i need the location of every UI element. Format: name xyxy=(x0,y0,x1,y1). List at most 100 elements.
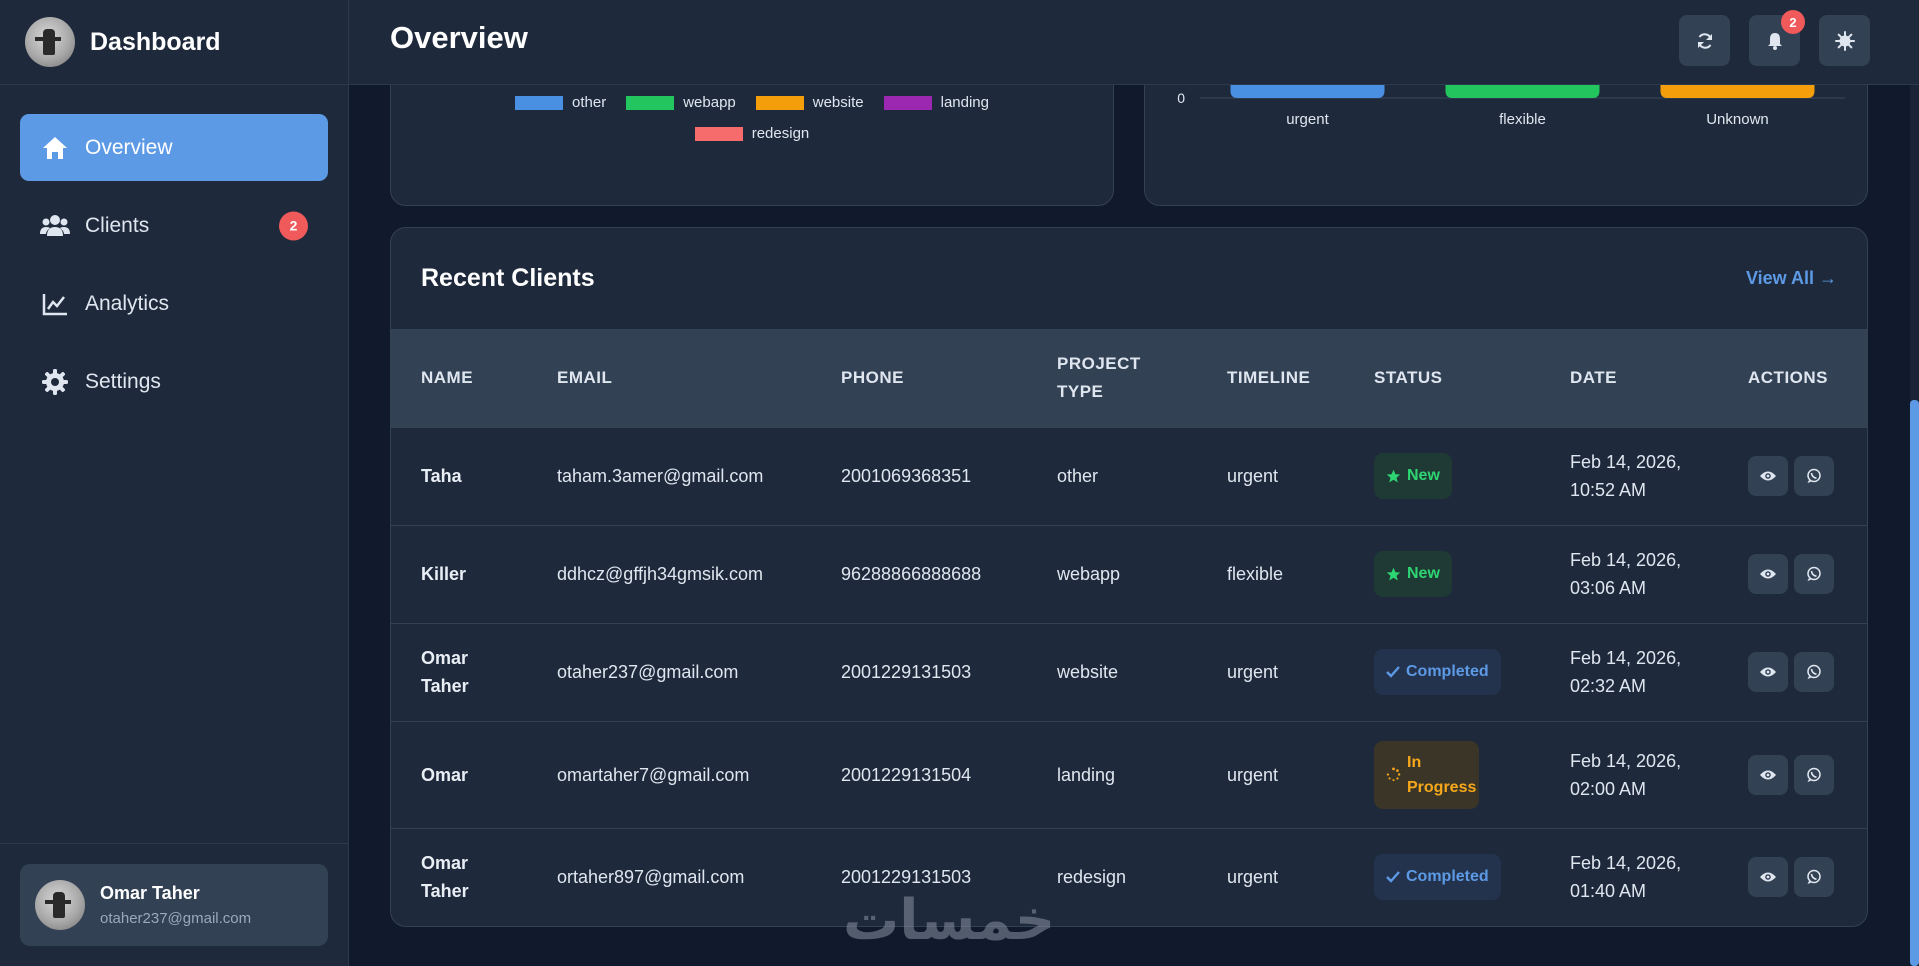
view-button[interactable] xyxy=(1748,652,1788,692)
spinner-icon xyxy=(1386,767,1401,782)
refresh-icon xyxy=(1697,32,1712,49)
whatsapp-button[interactable] xyxy=(1794,857,1834,898)
bar-unknown[interactable] xyxy=(1660,85,1815,98)
legend-swatch xyxy=(515,95,563,110)
star-icon xyxy=(1386,567,1401,580)
project-type: webapp xyxy=(1027,524,1197,623)
view-button[interactable] xyxy=(1748,857,1788,898)
scrollbar[interactable] xyxy=(1910,85,1919,966)
actions-cell xyxy=(1718,524,1867,623)
legend-label: other xyxy=(572,94,607,111)
status-label: Completed xyxy=(1406,868,1489,886)
gear-icon xyxy=(40,367,70,397)
scrollbar-thumb[interactable] xyxy=(1910,400,1919,966)
brand-logo xyxy=(25,17,75,67)
date-cell: Feb 14, 2026, 01:40 AM xyxy=(1540,827,1718,926)
sidebar-item-overview[interactable]: Overview xyxy=(20,114,328,181)
status-cell: Completed xyxy=(1344,622,1540,721)
legend-label: website xyxy=(812,94,864,111)
user-profile-card[interactable]: Omar Taher otaher237@gmail.com xyxy=(20,864,328,946)
sidebar-item-label: Clients xyxy=(85,213,150,237)
page-title: Overview xyxy=(390,20,528,55)
whatsapp-button[interactable] xyxy=(1794,754,1834,795)
table-row[interactable]: Killer ddhcz@gffjh34gmsik.com 962888668886… xyxy=(391,524,1867,623)
table-row[interactable]: Omar Taher otaher237@gmail.com 20012291315… xyxy=(391,622,1867,721)
client-phone: 2001229131504 xyxy=(811,720,1027,828)
sidebar-item-settings[interactable]: Settings xyxy=(20,348,328,415)
client-name-text: Omar Taher xyxy=(421,853,469,902)
client-email: ddhcz@gffjh34gmsik.com xyxy=(527,524,811,623)
legend-item[interactable]: webapp xyxy=(626,94,736,111)
sidebar-item-label: Analytics xyxy=(85,291,170,315)
sidebar-nav: Overview Clients 2 Analytics Settings xyxy=(0,85,348,415)
project-type: website xyxy=(1027,622,1197,721)
legend-item[interactable]: other xyxy=(515,94,606,111)
eye-icon xyxy=(1760,471,1776,481)
client-name: Omar Taher xyxy=(391,827,527,926)
whatsapp-button[interactable] xyxy=(1794,554,1834,594)
legend-item[interactable]: landing xyxy=(883,94,989,111)
status-cell: New xyxy=(1344,524,1540,623)
bar-flexible[interactable] xyxy=(1445,85,1600,98)
date-cell: Feb 14, 2026, 02:32 AM xyxy=(1540,622,1718,721)
legend-swatch xyxy=(694,126,743,141)
status-label: Completed xyxy=(1406,663,1489,680)
sidebar-item-label: Settings xyxy=(85,369,161,393)
client-name: Killer xyxy=(391,524,527,623)
bar-urgent[interactable] xyxy=(1230,85,1385,98)
whatsapp-button[interactable] xyxy=(1794,456,1834,496)
whatsapp-icon xyxy=(1807,468,1821,483)
whatsapp-button[interactable] xyxy=(1794,652,1834,692)
watermark: خمسات xyxy=(843,888,1056,953)
star-icon xyxy=(1386,469,1401,482)
date-cell: Feb 14, 2026, 10:52 AM xyxy=(1540,426,1718,525)
legend-item[interactable]: redesign xyxy=(694,125,810,142)
view-button[interactable] xyxy=(1748,754,1788,795)
view-button[interactable] xyxy=(1748,456,1788,496)
column-header: TIMELINE xyxy=(1227,367,1311,387)
view-button[interactable] xyxy=(1748,554,1788,594)
table-row[interactable]: Omar Taher ortaher897@gmail.com 2001229131… xyxy=(391,827,1867,926)
theme-toggle-button[interactable] xyxy=(1819,15,1870,66)
timeline: urgent xyxy=(1197,622,1344,721)
sidebar-item-analytics[interactable]: Analytics xyxy=(20,270,328,337)
status-label: In Progress xyxy=(1407,753,1477,796)
date-cell: Feb 14, 2026, 03:06 AM xyxy=(1540,524,1718,623)
project-type: landing xyxy=(1027,720,1197,828)
project-type: other xyxy=(1027,426,1197,525)
actions-cell xyxy=(1718,720,1867,828)
clients-count-badge: 2 xyxy=(279,211,308,240)
table-row[interactable]: Omar omartaher7@gmail.com 2001229131504 lan… xyxy=(391,720,1867,828)
client-name-text: Omar Taher xyxy=(421,648,469,696)
client-name-text: Killer xyxy=(421,564,467,584)
check-icon xyxy=(1386,666,1400,678)
legend-label: landing xyxy=(940,94,989,111)
timeline: urgent xyxy=(1197,720,1344,828)
chart-line-icon xyxy=(40,289,70,319)
section-title: Recent Clients xyxy=(421,264,595,292)
client-email: ortaher897@gmail.com xyxy=(527,827,811,926)
x-tick-label: Unknown xyxy=(1706,111,1769,128)
sidebar-item-clients[interactable]: Clients 2 xyxy=(20,192,328,259)
actions-cell xyxy=(1718,827,1867,926)
home-icon xyxy=(40,133,70,163)
eye-icon xyxy=(1760,667,1776,677)
y-tick-label: 0 xyxy=(1177,90,1185,106)
column-header: DATE xyxy=(1570,367,1618,387)
view-all-link[interactable]: View All → xyxy=(1746,268,1837,289)
main-content: other webapp website landing redesign 0 u… xyxy=(349,85,1919,966)
sidebar: Dashboard Overview Clients 2 Analytics S… xyxy=(0,0,349,966)
legend-item[interactable]: website xyxy=(755,94,864,111)
status-label: New xyxy=(1407,565,1440,582)
date-cell: Feb 14, 2026, 02:00 AM xyxy=(1540,720,1718,828)
client-email: omartaher7@gmail.com xyxy=(527,720,811,828)
actions-cell xyxy=(1718,622,1867,721)
legend-label: redesign xyxy=(751,125,810,142)
notifications-button[interactable]: 2 xyxy=(1749,10,1805,66)
status-label: New xyxy=(1407,467,1440,484)
client-name-text: Taha xyxy=(421,466,462,486)
eye-icon xyxy=(1760,872,1776,882)
table-row[interactable]: Taha taham.3amer@gmail.com 2001069368351 ot… xyxy=(391,426,1867,525)
avatar xyxy=(35,880,85,930)
refresh-button[interactable] xyxy=(1679,15,1730,66)
